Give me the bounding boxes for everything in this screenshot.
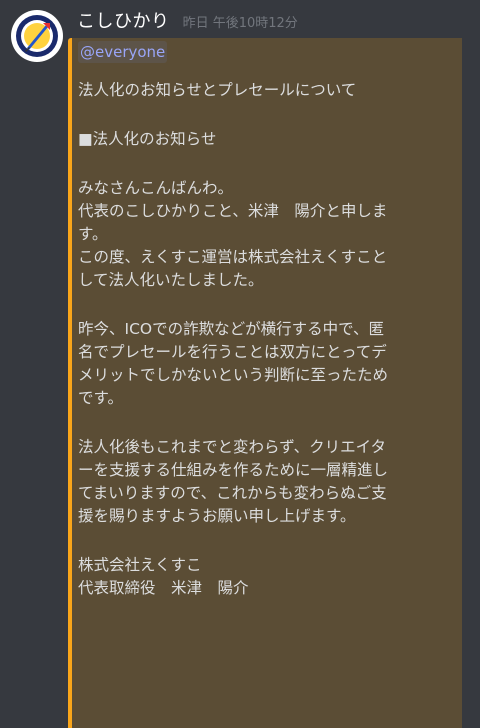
message-line: 昨今、ICOでの詐欺などが横行する中で、匿 xyxy=(78,320,384,338)
paragraph-section-heading: ■法人化のお知らせ xyxy=(78,128,462,151)
message-line: 法人化のお知らせとプレセールについて xyxy=(78,81,357,99)
message-header: こしひかり 昨日 午後10時12分 xyxy=(77,7,298,33)
message-line: です。 xyxy=(78,389,123,407)
paragraph-title: 法人化のお知らせとプレセールについて xyxy=(78,79,462,102)
message-line: ■法人化のお知らせ xyxy=(78,130,217,148)
paragraph-greeting: みなさんこんばんわ。 代表のこしひかりこと、米津 陽介と申しま す。 この度、え… xyxy=(78,177,462,292)
message-line: して法人化いたしました。 xyxy=(78,271,264,289)
message-line: 代表取締役 米津 陽介 xyxy=(78,579,249,597)
message-line: ーを支援する仕組みを作るために一層精進し xyxy=(78,461,389,479)
message-line: てまいりますので、これからも変わらぬご支 xyxy=(78,484,387,502)
message-timestamp: 昨日 午後10時12分 xyxy=(182,16,298,31)
message-line: 法人化後もこれまでと変わらず、クリエイタ xyxy=(78,438,386,456)
message-line: 名でプレセールを行うことは双方にとってデ xyxy=(78,343,387,361)
message-line: す。 xyxy=(78,225,108,243)
message-line: 援を賜りますようお願い申し上げます。 xyxy=(78,507,356,525)
message-line: この度、えくすこ運営は株式会社えくすこと xyxy=(78,248,388,266)
paragraph-reason: 昨今、ICOでの詐欺などが横行する中で、匿 名でプレセールを行うことは双方にとっ… xyxy=(78,318,462,410)
paragraph-commitment: 法人化後もこれまでと変わらず、クリエイタ ーを支援する仕組みを作るために一層精進… xyxy=(78,436,462,528)
message-line: メリットでしかないという判断に至ったため xyxy=(78,366,389,384)
author-avatar[interactable] xyxy=(10,9,64,63)
message-line: 代表のこしひかりこと、米津 陽介と申しま xyxy=(78,202,388,220)
message-line: みなさんこんばんわ。 xyxy=(78,179,234,197)
everyone-mention[interactable]: @everyone xyxy=(78,41,168,63)
highlighted-message: @everyone 法人化のお知らせとプレセールについて ■法人化のお知らせ み… xyxy=(68,38,462,728)
message-line: 株式会社えくすこ xyxy=(78,556,202,574)
author-name[interactable]: こしひかり xyxy=(77,11,170,32)
paragraph-signature: 株式会社えくすこ 代表取締役 米津 陽介 xyxy=(78,554,462,600)
